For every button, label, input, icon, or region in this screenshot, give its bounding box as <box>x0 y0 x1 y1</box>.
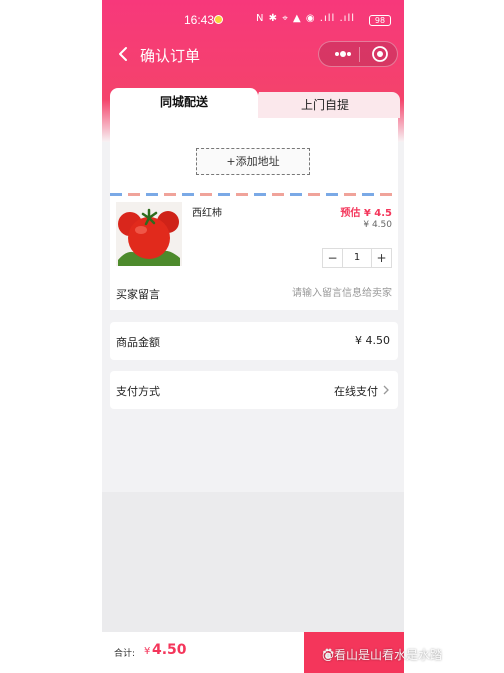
buyer-message-label: 买家留言 <box>116 288 160 301</box>
empty-area <box>102 492 404 632</box>
goods-amount-value: ¥ 4.50 <box>355 334 390 347</box>
buyer-message-input[interactable] <box>242 284 392 302</box>
total-label: 合计: <box>114 649 136 659</box>
goods-unit-price: ¥ 4.50 <box>363 220 392 230</box>
goods-amount-label: 商品金额 <box>116 336 160 349</box>
status-icons: N ✱ ⌖ ▲ ◉ .ıll .ıll <box>256 13 356 24</box>
payment-method-value: 在线支付 <box>334 385 378 398</box>
total-amount: 4.50 <box>152 642 187 658</box>
payment-method-label: 支付方式 <box>116 385 160 398</box>
tab-self-pickup[interactable]: 上门自提 <box>250 92 400 118</box>
decrease-quantity-button[interactable]: − <box>323 249 343 267</box>
capsule-divider <box>359 47 360 62</box>
address-card: +添加地址 <box>110 118 398 198</box>
tab-city-delivery[interactable]: 同城配送 <box>110 88 258 118</box>
chevron-right-icon <box>383 385 389 395</box>
navigation-bar: 确认订单 <box>102 36 404 72</box>
watermark-text: @看山是山看水是水踏 <box>322 648 443 662</box>
quantity-stepper: − 1 + <box>322 248 392 268</box>
envelope-stripe <box>110 193 398 196</box>
status-time: 16:43 <box>184 13 215 27</box>
increase-quantity-button[interactable]: + <box>371 249 391 267</box>
payment-method-row[interactable]: 支付方式 在线支付 <box>110 371 398 409</box>
miniapp-capsule <box>318 41 398 67</box>
back-arrow-icon[interactable] <box>114 44 134 64</box>
more-dots-icon[interactable] <box>329 46 357 62</box>
goods-estimated-price: 预估 ¥ 4.5 <box>340 208 392 219</box>
phone-screen: 16:43 N ✱ ⌖ ▲ ◉ .ıll .ıll 98 确认订单 上门自提 同… <box>102 0 404 673</box>
goods-card: 西红柿 预估 ¥ 4.5 ¥ 4.50 − 1 + 买家留言 <box>110 198 398 310</box>
battery-icon: 98 <box>369 15 391 26</box>
goods-amount-row: 商品金额 ¥ 4.50 <box>110 322 398 360</box>
add-address-button[interactable]: +添加地址 <box>196 148 310 175</box>
goods-name: 西红柿 <box>192 208 222 219</box>
tomato-product-image[interactable] <box>116 202 182 266</box>
delivery-tabs: 上门自提 同城配送 <box>110 88 400 118</box>
close-circle-icon[interactable] <box>371 45 389 63</box>
page-title: 确认订单 <box>140 47 201 65</box>
total-currency: ¥ <box>144 646 151 657</box>
quantity-value[interactable]: 1 <box>343 249 371 267</box>
status-bar: 16:43 N ✱ ⌖ ▲ ◉ .ıll .ıll 98 <box>102 12 404 30</box>
notification-dot-icon <box>214 15 223 24</box>
